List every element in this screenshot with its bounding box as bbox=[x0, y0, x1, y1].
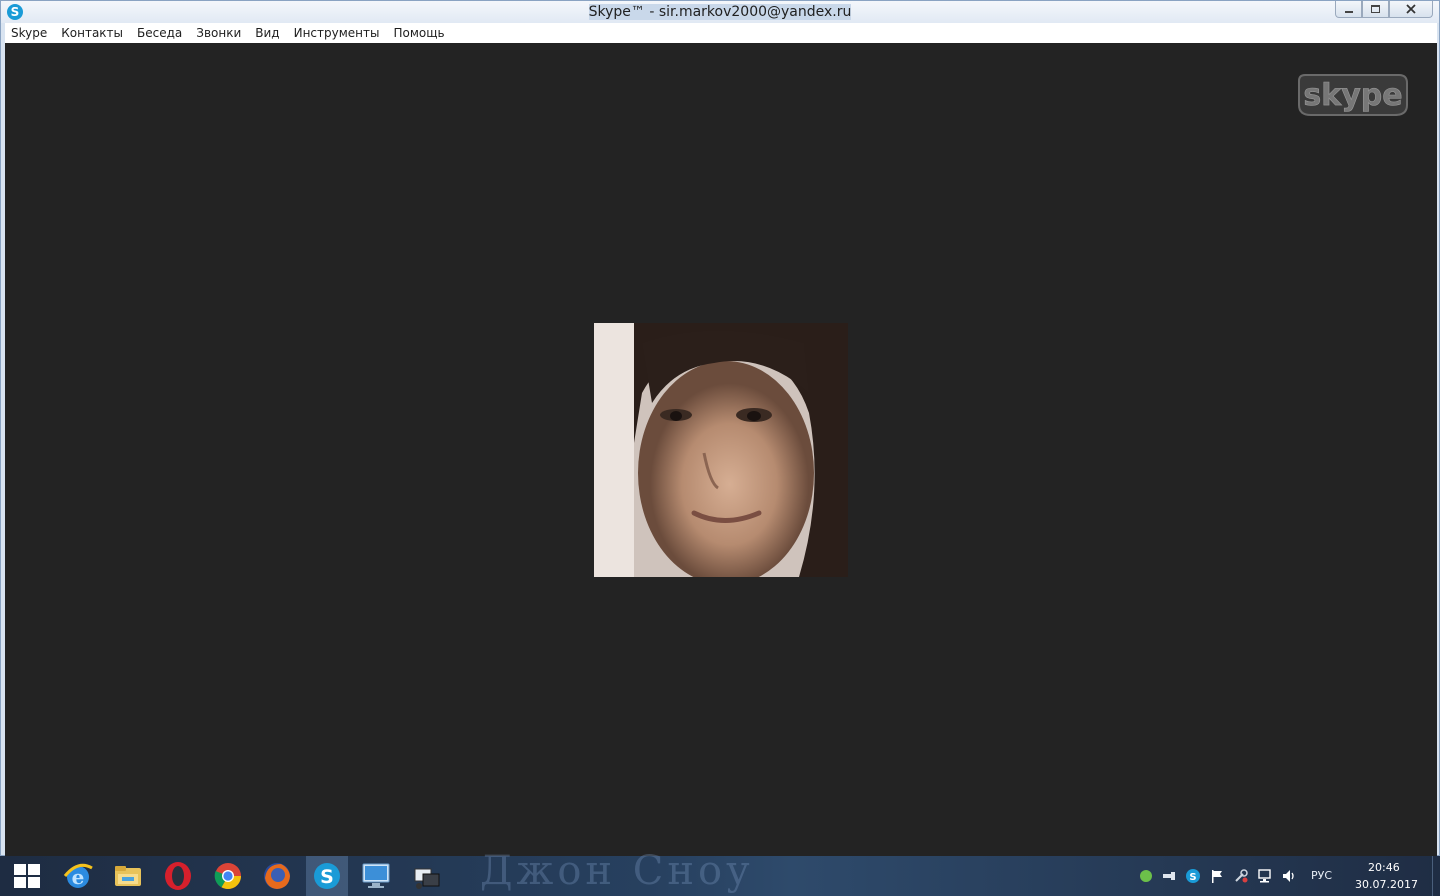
start-button[interactable] bbox=[14, 864, 40, 888]
show-desktop-button[interactable] bbox=[1432, 856, 1440, 896]
minimize-button[interactable] bbox=[1335, 1, 1362, 18]
clock-date[interactable]: 30.07.2017 bbox=[1355, 878, 1418, 891]
tray-usb-icon[interactable] bbox=[1161, 868, 1177, 884]
tray-tool-icon[interactable] bbox=[1233, 868, 1249, 884]
menu-view[interactable]: Вид bbox=[255, 23, 279, 43]
volume-icon[interactable] bbox=[1281, 868, 1297, 884]
tray-green-leaf-icon[interactable] bbox=[1138, 868, 1154, 884]
remote-video-feed[interactable] bbox=[594, 323, 848, 577]
svg-text:S: S bbox=[320, 866, 334, 888]
menu-calls[interactable]: Звонки bbox=[196, 23, 241, 43]
menu-bar: Skype Контакты Беседа Звонки Вид Инструм… bbox=[5, 23, 1437, 43]
close-icon bbox=[1406, 4, 1416, 14]
minimize-icon bbox=[1344, 10, 1353, 13]
window-title: Skype™ - sir.markov2000@yandex.ru bbox=[588, 4, 852, 20]
clock-time[interactable]: 20:46 bbox=[1368, 861, 1400, 874]
internet-explorer-icon[interactable]: e bbox=[62, 860, 94, 892]
network-app-icon[interactable] bbox=[410, 860, 442, 892]
firefox-icon[interactable] bbox=[261, 860, 293, 892]
menu-help[interactable]: Помощь bbox=[393, 23, 444, 43]
tray-skype-icon[interactable]: S bbox=[1185, 868, 1201, 884]
skype-icon[interactable]: S bbox=[311, 860, 343, 892]
close-button[interactable] bbox=[1389, 1, 1433, 18]
wallpaper-watermark-text: Джон Сноу bbox=[480, 848, 754, 894]
opera-icon[interactable] bbox=[162, 860, 194, 892]
skype-logo-text: skype bbox=[1303, 78, 1402, 113]
windows-taskbar: Джон Сноу e S S РУС 20:46 30.07.2017 bbox=[0, 848, 1440, 896]
menu-skype[interactable]: Skype bbox=[11, 23, 47, 43]
title-bar[interactable]: S Skype™ - sir.markov2000@yandex.ru bbox=[1, 1, 1439, 23]
restore-icon bbox=[1371, 5, 1380, 13]
chrome-icon[interactable] bbox=[212, 860, 244, 892]
skype-window: S Skype™ - sir.markov2000@yandex.ru Skyp… bbox=[0, 0, 1440, 857]
svg-text:S: S bbox=[1189, 872, 1196, 883]
menu-contacts[interactable]: Контакты bbox=[61, 23, 123, 43]
menu-conversation[interactable]: Беседа bbox=[137, 23, 182, 43]
menu-tools[interactable]: Инструменты bbox=[294, 23, 380, 43]
caller-video-image bbox=[594, 323, 848, 577]
windows-logo-icon bbox=[14, 864, 26, 875]
window-controls bbox=[1335, 1, 1433, 18]
file-explorer-icon[interactable] bbox=[112, 860, 144, 892]
action-center-flag-icon[interactable] bbox=[1209, 868, 1225, 884]
video-call-area[interactable]: skype bbox=[5, 43, 1437, 857]
restore-button[interactable] bbox=[1362, 1, 1389, 18]
language-indicator[interactable]: РУС bbox=[1311, 869, 1332, 882]
remote-desktop-icon[interactable] bbox=[360, 860, 392, 892]
skype-logo: skype bbox=[1298, 74, 1408, 116]
network-icon[interactable] bbox=[1257, 868, 1273, 884]
